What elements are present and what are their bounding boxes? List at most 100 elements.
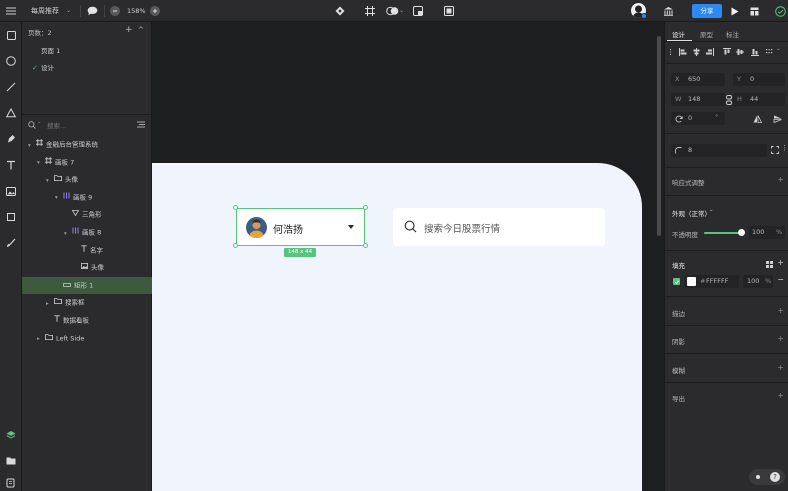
appearance-title[interactable]: 外观（正常） (672, 208, 711, 218)
layer-item[interactable]: ▾ 金融后台管理系统 (22, 136, 152, 153)
rotation-input[interactable]: 0 ° (671, 112, 725, 125)
layer-expand-chevron-icon[interactable]: ▾ (37, 155, 45, 172)
resize-handle[interactable] (233, 205, 238, 210)
fill-color-input[interactable]: # FFFFFF (685, 275, 739, 288)
resize-handle[interactable] (233, 243, 238, 248)
more-options-icon[interactable]: ⋮ (781, 144, 788, 152)
layer-item[interactable]: 名字 (22, 242, 152, 259)
search-filter-chevron-icon[interactable]: ⌄ (37, 119, 42, 125)
menu-icon[interactable] (4, 4, 18, 18)
add-shadow-icon[interactable]: + (777, 334, 784, 343)
comment-icon[interactable] (86, 5, 98, 17)
layer-item[interactable]: 矩形 1 (22, 276, 152, 294)
layer-item[interactable]: ▾ 画板 8 (22, 224, 152, 241)
document-title[interactable]: 每周推荐 (31, 0, 59, 22)
layer-expand-chevron-icon[interactable]: ▾ (55, 190, 63, 207)
help-icon[interactable]: ? (770, 472, 780, 482)
zoom-level[interactable]: 158% (127, 0, 146, 22)
share-button[interactable]: 分享 (692, 4, 722, 18)
ellipse-tool-icon[interactable] (3, 53, 19, 69)
boolean-icon[interactable] (385, 5, 399, 17)
blend-mode-chevron-icon[interactable]: ⌄ (709, 207, 714, 213)
distribute-chevron-icon[interactable]: ⌄ (776, 46, 781, 52)
boolean-chevron-down-icon[interactable]: ⌄ (399, 0, 404, 22)
status-dot-icon[interactable] (756, 475, 760, 479)
layer-item[interactable]: 三角形 (22, 206, 152, 223)
filter-icon[interactable] (136, 120, 146, 129)
layer-item[interactable]: 头像 (22, 259, 152, 276)
layer-item[interactable]: ▸ Left Side (22, 330, 152, 347)
fill-opacity-input[interactable]: 100 % (743, 275, 773, 288)
play-icon[interactable] (729, 5, 741, 17)
top-toolbar: 每周推荐 ⌄ 158% ⌄ 分享 (0, 0, 788, 22)
component-icon[interactable] (334, 5, 346, 17)
assets-icon[interactable] (3, 452, 19, 468)
handoff-icon[interactable] (748, 5, 760, 17)
layer-expand-chevron-icon[interactable]: ▾ (28, 138, 36, 155)
constrain-proportions-icon[interactable] (725, 94, 733, 105)
add-blur-icon[interactable]: + (777, 363, 784, 372)
zoom-in-icon[interactable] (150, 6, 160, 16)
add-adaptive-icon[interactable]: + (777, 175, 784, 184)
opacity-input[interactable]: 100 % (749, 226, 785, 239)
rectangle-tool-icon[interactable] (3, 27, 19, 43)
layer-expand-chevron-icon[interactable]: ▾ (64, 226, 72, 243)
tab-prototype[interactable]: 原型 (700, 29, 713, 39)
independent-corners-icon[interactable] (770, 145, 780, 155)
text-tool-icon[interactable] (3, 157, 19, 173)
title-chevron-down-icon[interactable]: ⌄ (66, 0, 71, 22)
stock-search-box[interactable]: 搜索今日股票行情 (393, 208, 605, 246)
canvas-scrollbar[interactable] (657, 36, 661, 236)
present-icon[interactable] (443, 5, 455, 17)
add-stroke-icon[interactable]: + (777, 306, 784, 315)
frame-tool-icon[interactable] (364, 5, 376, 17)
layer-item[interactable]: ▾ 画板 7 (22, 154, 152, 171)
x-input[interactable]: X 650 (671, 73, 725, 86)
crop-tool-icon[interactable] (3, 209, 19, 225)
fill-color-swatch[interactable] (687, 277, 696, 286)
page-item[interactable]: 页面 1 (22, 43, 152, 60)
user-dropdown-card[interactable]: 何浩扬 (236, 208, 365, 246)
resize-handle[interactable] (363, 205, 368, 210)
flip-vertical-icon[interactable] (771, 113, 783, 124)
resize-handle[interactable] (363, 243, 368, 248)
add-fill-icon[interactable]: + (777, 258, 784, 267)
layer-expand-chevron-icon[interactable]: ▾ (46, 173, 54, 190)
layer-item[interactable]: 数据看板 (22, 312, 152, 329)
add-export-icon[interactable]: + (777, 391, 784, 400)
page-item-active[interactable]: ✓ 设计 (22, 60, 152, 77)
remove-fill-icon[interactable]: − (777, 275, 784, 284)
fill-styles-icon[interactable] (765, 260, 774, 269)
layer-expand-chevron-icon[interactable]: ▸ (37, 331, 45, 348)
line-tool-icon[interactable] (3, 79, 19, 95)
layer-item[interactable]: ▸ 搜索框 (22, 294, 152, 311)
y-input[interactable]: Y 0 (733, 73, 785, 86)
width-input[interactable]: W 148 (671, 93, 725, 106)
tab-inspect[interactable]: 标注 (726, 29, 739, 39)
layer-search-input[interactable]: 搜索... (47, 120, 66, 130)
layer-item[interactable]: ▾ 头像 (22, 171, 152, 188)
tab-design[interactable]: 设计 (672, 29, 685, 39)
fill-enabled-checkbox[interactable] (673, 278, 680, 285)
history-icon[interactable] (3, 475, 19, 491)
height-input[interactable]: H 44 (733, 93, 785, 106)
pen-tool-icon[interactable] (3, 131, 19, 147)
zoom-out-icon[interactable] (110, 6, 120, 16)
canvas[interactable]: 何浩扬 148 x 44 搜索今日股票行情 (152, 22, 664, 491)
search-icon[interactable] (27, 120, 36, 129)
layers-icon[interactable] (3, 427, 19, 443)
opacity-slider[interactable] (704, 232, 742, 234)
layer-item[interactable]: ▾ 画板 9 (22, 189, 152, 206)
add-page-icon[interactable]: + (125, 25, 133, 35)
corner-radius-input[interactable]: 8 (671, 144, 767, 157)
opacity-slider-thumb[interactable] (738, 229, 745, 236)
collapse-pages-icon[interactable]: ^ (138, 26, 144, 34)
dropdown-triangle-icon[interactable] (348, 225, 354, 229)
layer-expand-chevron-icon[interactable]: ▸ (46, 296, 54, 313)
library-icon[interactable] (662, 5, 674, 17)
mask-icon[interactable] (412, 5, 424, 17)
polygon-tool-icon[interactable] (3, 105, 19, 121)
flip-horizontal-icon[interactable] (751, 113, 763, 124)
image-tool-icon[interactable] (3, 183, 19, 199)
brush-tool-icon[interactable] (3, 235, 19, 251)
